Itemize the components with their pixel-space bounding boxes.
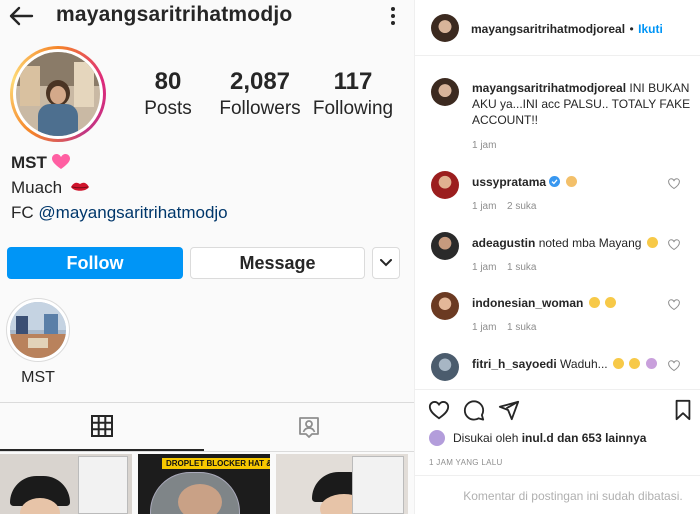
comment-avatar[interactable] [431,353,459,381]
profile-bio: MST Muach FC @mayangsaritrihatmodjo [11,150,228,225]
bio-line-2: Muach [11,178,63,197]
profile-username: mayangsaritrihatmodjo [56,3,293,26]
followers-stat[interactable]: 2,087 Followers [218,68,302,120]
post-thumbnail[interactable] [0,454,132,514]
post-header: mayangsaritrihatmodjoreal • Ikuti [415,0,700,56]
like-heart-icon[interactable] [428,399,450,421]
bookmark-icon[interactable] [672,399,694,421]
profile-panel: mayangsaritrihatmodjo 80 Posts 2,087 Fol… [0,0,414,514]
caption-username[interactable]: mayangsaritrihatmodjoreal [472,81,626,95]
comment-item: ussypratama [472,174,672,190]
likes-summary: Disukai oleh inul.d dan 653 lainnya [429,430,646,446]
following-stat[interactable]: 117 Following [312,68,394,120]
post-timestamp[interactable]: 1 JAM YANG LALU [429,458,503,467]
verified-badge-icon [549,176,561,187]
thumbnail-caption: DROPLET BLOCKER HAT & CAP [162,458,270,469]
followers-count: 2,087 [229,68,291,95]
comment-text: noted mba Mayang [538,236,642,250]
grid-divider [0,451,414,452]
comment-item: indonesian_woman [472,295,672,311]
bio-line-3-prefix: FC [11,203,34,222]
grid-icon [91,415,113,437]
comment-likes[interactable]: 2 suka [507,201,536,212]
lips-emoji-icon [70,182,89,191]
comment-username[interactable]: fitri_h_sayoedi [472,357,557,371]
liker-avatar[interactable] [429,430,445,446]
suggested-accounts-button[interactable] [372,247,400,279]
more-options-icon[interactable] [388,6,398,26]
profile-display-name: MST [11,153,47,172]
tab-tagged[interactable] [204,403,414,451]
comment-username[interactable]: ussypratama [472,175,546,189]
post-detail-panel: mayangsaritrihatmodjoreal • Ikuti mayang… [414,0,700,514]
chevron-down-icon [380,259,392,267]
liked-by-others[interactable]: dan 653 lainnya [557,431,646,445]
grin-emoji-icon [605,297,617,308]
bio-mention-link[interactable]: @mayangsaritrihatmodjo [38,203,227,222]
header-separator: • [629,22,634,36]
profile-header: mayangsaritrihatmodjo [0,0,414,34]
woman-emoji-icon [565,176,577,187]
comment-likes[interactable]: 1 suka [507,262,536,273]
follow-button[interactable]: Follow [7,247,183,279]
comment-time: 1 jam [472,322,497,333]
posts-label: Posts [144,98,192,119]
footer-divider [415,475,700,476]
highlight-label: MST [21,369,55,386]
actions-divider [415,389,700,390]
post-author-username[interactable]: mayangsaritrihatmodjoreal [471,22,625,36]
followers-label: Followers [219,98,301,119]
profile-avatar[interactable] [10,46,106,142]
caption-time: 1 jam [472,140,497,151]
tab-posts-grid[interactable] [0,403,204,451]
avatar-photo [16,52,100,136]
liked-by-prefix: Disukai oleh [453,431,519,445]
comment-username[interactable]: indonesian_woman [472,296,583,310]
comment-item: adeagustin noted mba Mayang [472,235,672,251]
comment-time: 1 jam [472,262,497,273]
post-thumbnail[interactable] [276,454,408,514]
following-count: 117 [333,68,373,95]
posts-count: 80 [154,68,182,95]
post-thumbnail[interactable]: DROPLET BLOCKER HAT & CAP [138,454,270,514]
unamused-emoji-icon [612,358,624,369]
comment-avatar[interactable] [431,292,459,320]
message-button[interactable]: Message [190,247,365,279]
comment-time: 1 jam [472,201,497,212]
comment-likes[interactable]: 1 suka [507,322,536,333]
comment-username[interactable]: adeagustin [472,236,535,250]
heart-emoji-icon [51,154,70,169]
unamused-emoji-icon [629,358,641,369]
highlight-cover [10,302,66,358]
following-label: Following [312,98,394,119]
comment-like-heart-icon[interactable] [668,299,680,311]
grin-emoji-icon [588,297,600,308]
share-icon[interactable] [498,399,520,421]
story-highlight[interactable]: MST [6,298,70,387]
comments-limited-notice: Komentar di postingan ini sudah dibatasi… [463,489,683,503]
comment-item: fitri_h_sayoedi Waduh... [472,356,672,372]
comment-like-heart-icon[interactable] [668,239,680,251]
woman-facepalm-emoji-icon [645,358,657,369]
follow-link[interactable]: Ikuti [638,22,663,36]
comment-like-heart-icon[interactable] [668,178,680,190]
caption-avatar[interactable] [431,78,459,106]
comment-bubble-icon[interactable] [463,399,485,421]
comment-avatar[interactable] [431,171,459,199]
author-avatar[interactable] [431,14,459,42]
comment-text: Waduh... [560,357,608,371]
comment-like-heart-icon[interactable] [668,360,680,372]
liked-by-user[interactable]: inul.d [522,431,554,445]
post-caption: mayangsaritrihatmodjoreal INI BUKAN AKU … [472,80,692,128]
comment-avatar[interactable] [431,232,459,260]
tagged-user-icon [299,417,319,438]
thinking-emoji-icon [646,237,658,248]
posts-stat: 80 Posts [138,68,198,120]
back-arrow-icon[interactable] [8,5,34,27]
